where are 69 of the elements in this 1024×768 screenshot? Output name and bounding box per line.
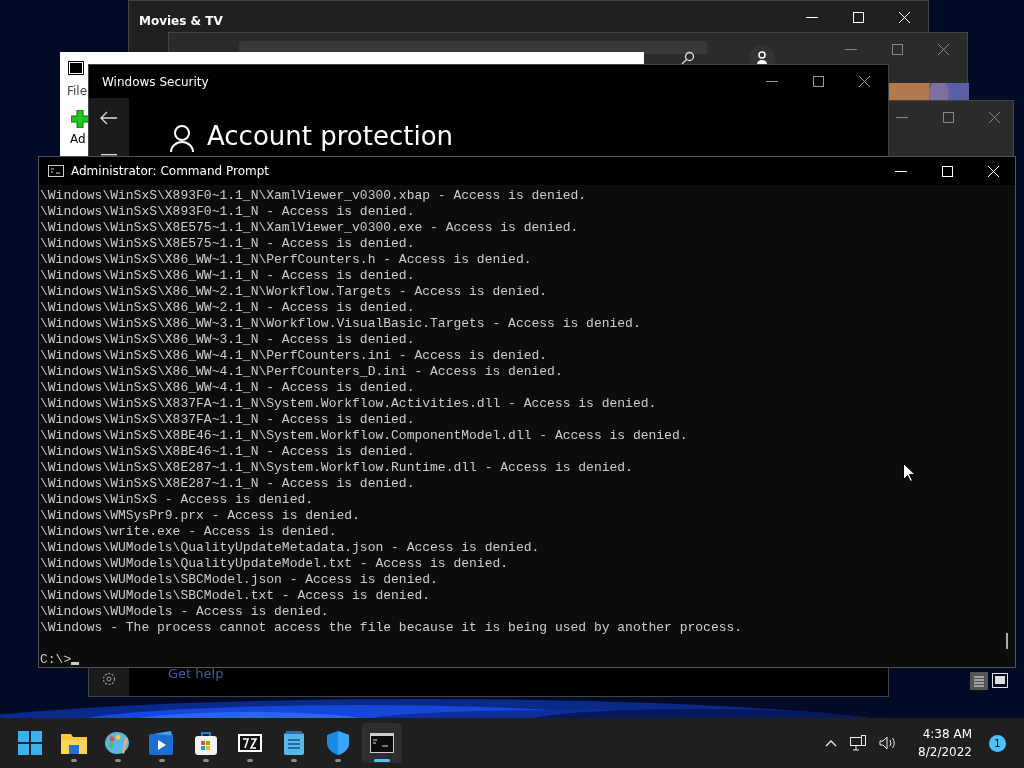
network-icon[interactable] — [850, 735, 867, 751]
console-line: \Windows\WinSxS\X86_WW~2.1_N - Access is denied. — [40, 300, 416, 316]
text-cursor — [71, 662, 80, 665]
clock-time: 4:38 AM — [922, 726, 972, 743]
scrollbar-thumb[interactable] — [1006, 633, 1008, 649]
console-line: \Windows\WinSxS\X86_WW~3.1_N\Workflow.VisualBasic.Targets - Access is denied. — [40, 316, 642, 332]
person-icon — [170, 125, 194, 153]
search-icon[interactable] — [681, 51, 695, 65]
console-line: \Windows\write.exe - Access is denied. — [40, 524, 338, 540]
notepad-icon — [284, 731, 304, 755]
console-line: \Windows\WinSxS\X8E575~1.1_N - Access is denied. — [40, 236, 416, 252]
console-line: \Windows\WinSxS\X8E287~1.1_N\System.Workflow.Runtime.dll - Access is denied. — [40, 460, 634, 476]
console-line: \Windows\WinSxS\X86_WW~3.1_N - Access is denied. — [40, 332, 416, 348]
console-line: \Windows\WinSxS\X8E575~1.1_N\XamlViewer_v0300.exe - Access is denied. — [40, 220, 580, 236]
console-line: \Windows\WinSxS\X837FA~1.1_N - Access is denied. — [40, 412, 416, 428]
console-line: \Windows\WinSxS\X86_WW~4.1_N - Access is denied. — [40, 380, 416, 396]
archive-app-icon — [68, 61, 84, 75]
console-line: \Windows\WinSxS\X893F0~1.1_N - Access is denied. — [40, 204, 416, 220]
maximize-icon[interactable] — [813, 76, 824, 87]
plus-icon[interactable] — [71, 110, 89, 128]
console-line: \Windows\WUModels - Access is denied. — [40, 604, 330, 620]
console-line: \Windows\WinSxS\X837FA~1.1_N\System.Workflow.Activities.dll - Access is denied. — [40, 396, 658, 412]
minimize-icon[interactable] — [766, 80, 778, 83]
page-heading: Account protection — [207, 121, 454, 151]
console-line: \Windows - The process cannot access the file because it is being used by another process. — [40, 620, 743, 636]
console-line: \Windows\WUModels\SBCModel.json - Access is denied. — [40, 572, 439, 588]
console-line: \Windows\WinSxS\X86_WW~4.1_N\PerfCounters.ini - Access is denied. — [40, 348, 549, 364]
shopping-bag-icon — [195, 731, 217, 755]
palette-icon — [105, 731, 131, 755]
console-line: \Windows\WinSxS\X893F0~1.1_N\XamlViewer_v0300.xbap - Access is denied. — [40, 188, 588, 204]
console-line: \Windows\WinSxS\X86_WW~4.1_N\PerfCounters_D.ini - Access is denied. — [40, 364, 564, 380]
back-arrow-icon[interactable] — [100, 111, 118, 125]
console-line: \Windows\WinSxS - Access is denied. — [40, 492, 315, 508]
console-line: \Windows\WUModels\SBCModel.txt - Access is denied. — [40, 588, 432, 604]
volume-icon[interactable] — [879, 736, 898, 750]
console-line: \Windows\WUModels\QualityUpdateMetadata.json - Access is denied. — [40, 540, 541, 556]
clock[interactable]: 4:38 AM 8/2/2022 — [918, 725, 972, 761]
minimize-icon[interactable] — [895, 170, 907, 173]
notification-badge[interactable]: 1 — [989, 734, 1006, 752]
preview-view-icon[interactable] — [992, 673, 1008, 689]
minimize-icon[interactable] — [806, 16, 818, 19]
console-line: \Windows\WinSxS\X8BE46~1.1_N - Access is denied. — [40, 444, 416, 460]
close-icon[interactable] — [859, 76, 870, 87]
command-prompt: C:\> — [40, 652, 72, 667]
console-icon — [370, 733, 394, 753]
settings-icon[interactable] — [101, 671, 117, 687]
taskbar-button[interactable] — [362, 723, 402, 763]
console-line: \Windows\WMSysPr9.prx - Access is denied. — [40, 508, 361, 524]
shield-icon — [327, 731, 349, 755]
clock-date: 8/2/2022 — [918, 744, 972, 761]
window-title: Windows Security — [102, 75, 209, 89]
window-title: Administrator: Command Prompt — [71, 164, 269, 178]
toolbar-label: Ad — [70, 132, 86, 146]
user-icon[interactable] — [749, 45, 775, 64]
windows-logo-icon — [18, 731, 42, 755]
console-line: \Windows\WinSxS\X86_WW~1.1_N\PerfCounters.h - Access is denied. — [40, 252, 533, 268]
console-line: \Windows\WUModels\QualityUpdateModel.txt - Access is denied. — [40, 556, 510, 572]
window-title: Movies & TV — [139, 14, 223, 28]
console-line: \Windows\WinSxS\X8BE46~1.1_N\System.Workflow.ComponentModel.dll - Access is denied. — [40, 428, 689, 444]
mouse-pointer-icon — [903, 463, 915, 482]
console-icon — [48, 165, 64, 177]
console-line: \Windows\WinSxS\X86_WW~1.1_N - Access is denied. — [40, 268, 416, 284]
chevron-up-icon[interactable] — [825, 739, 838, 747]
folder-icon — [61, 732, 87, 754]
archive-app-icon — [238, 734, 262, 752]
play-icon — [149, 731, 175, 755]
console-line: \Windows\WinSxS\X8E287~1.1_N - Access is denied. — [40, 476, 416, 492]
menu-item[interactable]: File — [67, 84, 88, 98]
console-line: \Windows\WinSxS\X86_WW~2.1_N\Workflow.Targets - Access is denied. — [40, 284, 549, 300]
